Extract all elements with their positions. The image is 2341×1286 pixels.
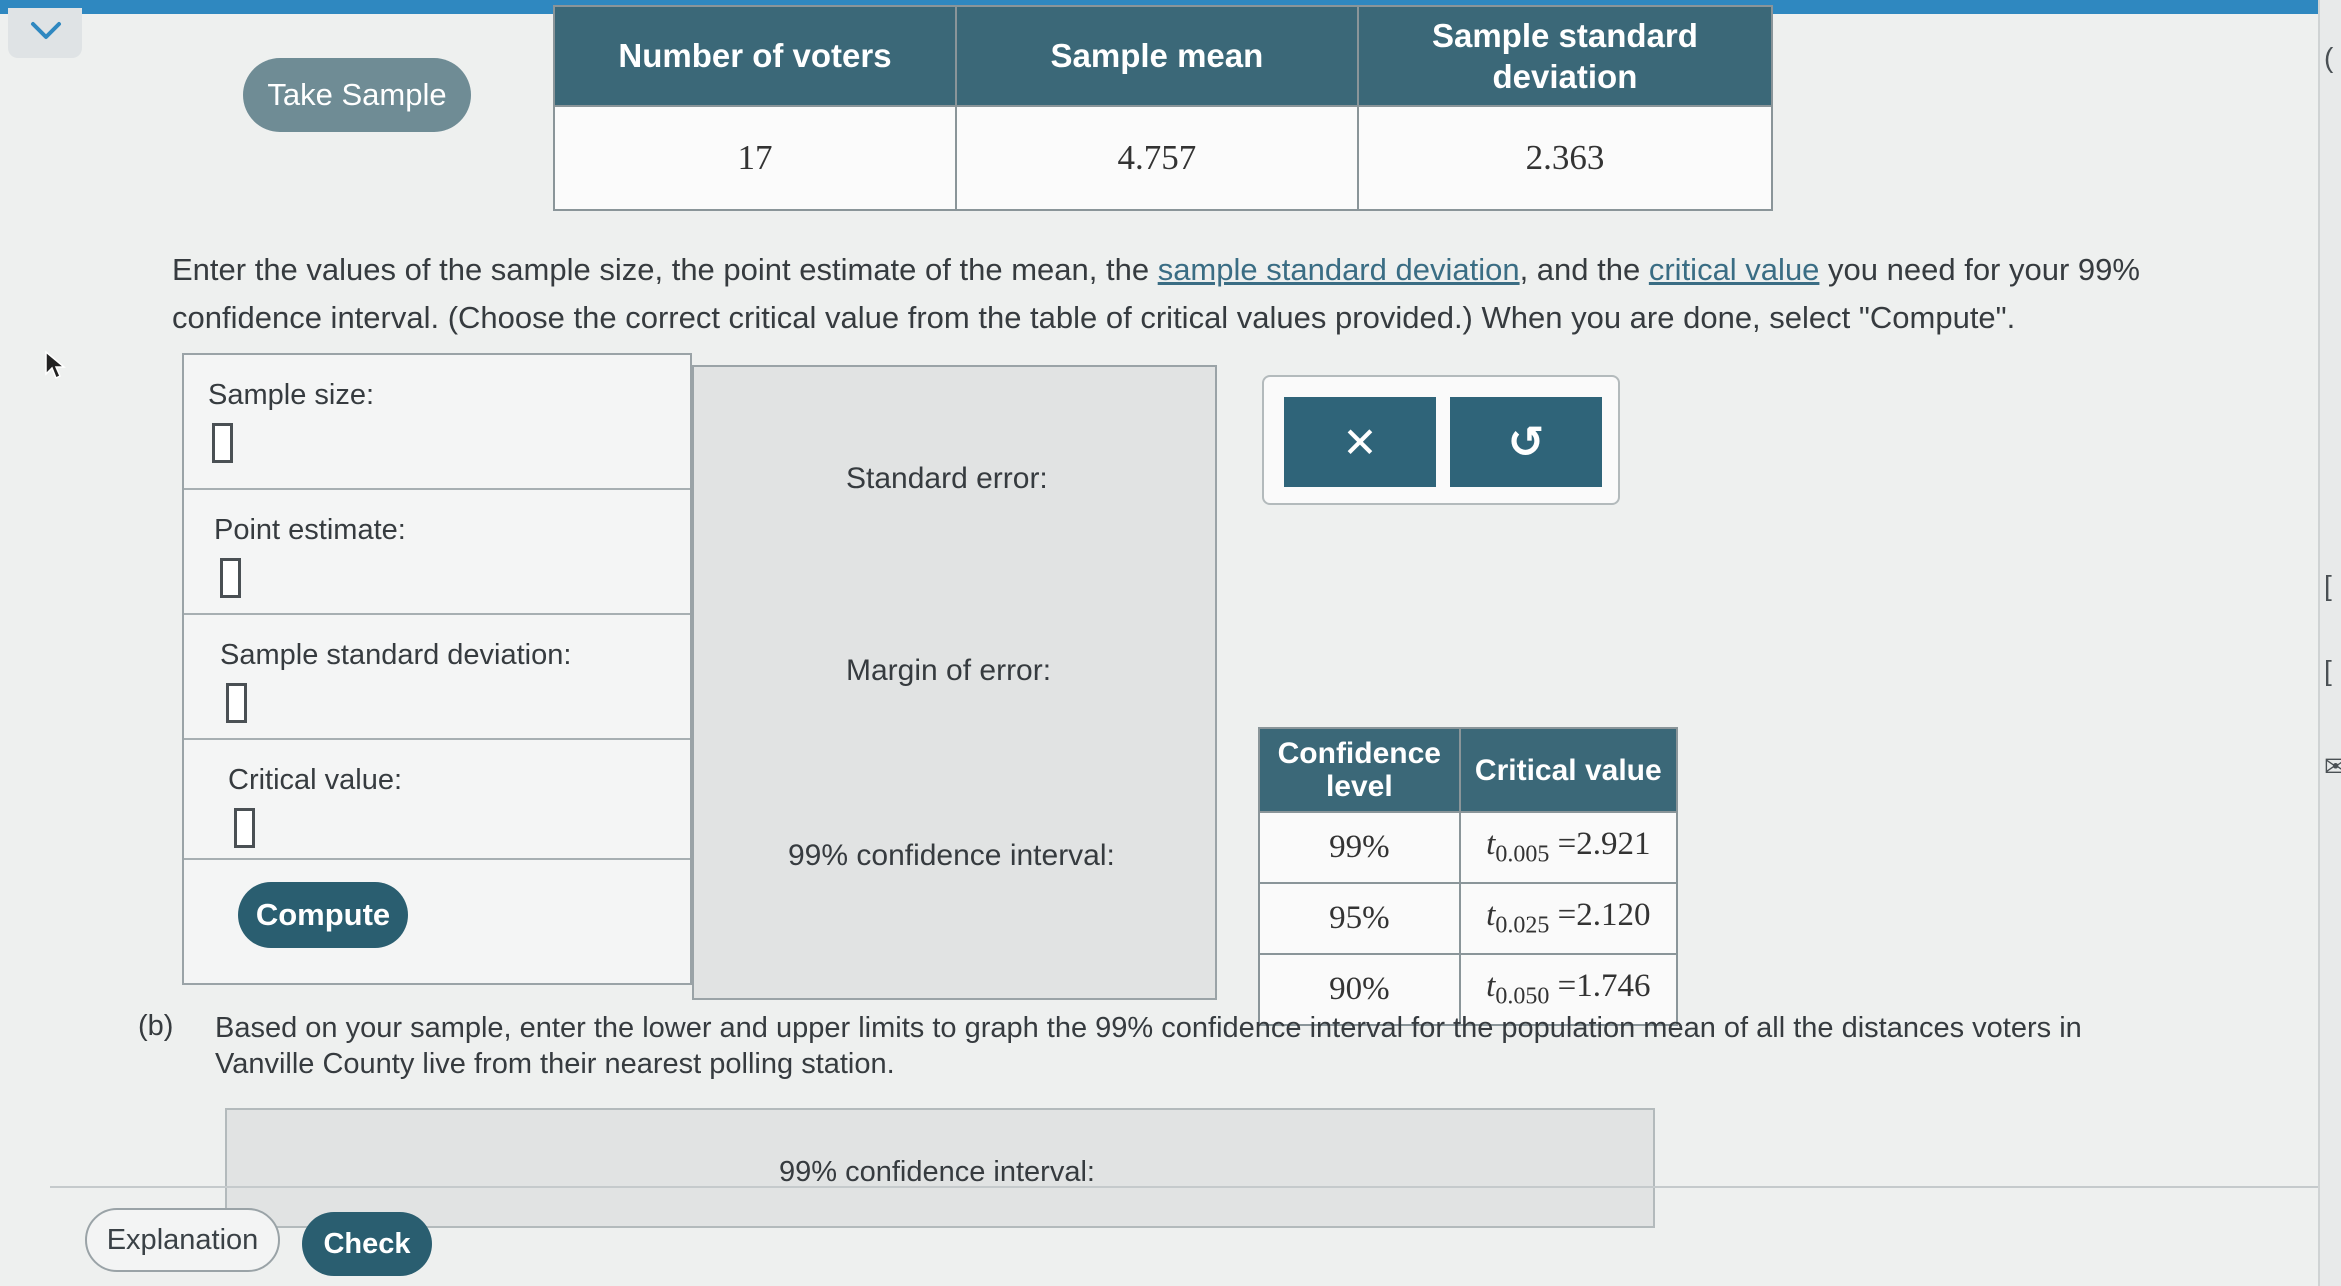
cell-number-of-voters: 17 [553, 105, 957, 211]
compute-button[interactable]: Compute [238, 882, 408, 948]
mouse-pointer-icon [45, 350, 66, 380]
sample-size-label: Sample size: [208, 379, 375, 411]
point-estimate-label: Point estimate: [214, 514, 406, 546]
close-icon: ✕ [1342, 418, 1378, 466]
undo-button[interactable]: ↺ [1450, 397, 1602, 487]
instructions: Enter the values of the sample size, the… [172, 246, 2172, 342]
point-estimate-field: Point estimate: [184, 490, 690, 615]
right-toolbar-edge: ( [ [ ✉ [2318, 0, 2341, 1286]
clear-button[interactable]: ✕ [1284, 397, 1436, 487]
sample-size-input[interactable] [212, 423, 233, 463]
sample-sd-input[interactable] [226, 683, 247, 723]
margin-of-error-label: Margin of error: [846, 654, 1052, 687]
standard-error-label: Standard error: [846, 462, 1048, 495]
action-buttons: ✕ ↺ [1262, 375, 1620, 505]
mail-icon[interactable]: ✉ [2324, 750, 2341, 783]
footer-divider [50, 1186, 2341, 1188]
results-panel: Standard error: Margin of error: 99% con… [692, 365, 1217, 1000]
table-row: 95% t0.025 =2.120 [1258, 882, 1679, 955]
tool-icon[interactable]: [ [2324, 655, 2340, 687]
point-estimate-input[interactable] [220, 558, 241, 598]
part-b-question: Based on your sample, enter the lower an… [215, 1012, 2082, 1080]
inputs-panel: Sample size: Point estimate: Sample stan… [182, 353, 692, 985]
ci-graph-label: 99% confidence interval: [779, 1156, 1095, 1188]
critical-value-input[interactable] [234, 808, 255, 848]
cell-sample-mean: 4.757 [954, 105, 1359, 211]
sample-sd-link[interactable]: sample standard deviation [1158, 252, 1520, 287]
undo-icon: ↺ [1507, 417, 1545, 467]
ci-graph-panel: 99% confidence interval: [225, 1108, 1655, 1228]
take-sample-button[interactable]: Take Sample [243, 58, 471, 132]
col-sample-mean: Sample mean [954, 5, 1359, 107]
col-confidence-level: Confidence level [1258, 727, 1461, 813]
chevron-down-icon [31, 22, 61, 39]
sample-sd-field: Sample standard deviation: [184, 615, 690, 740]
sample-sd-label: Sample standard deviation: [220, 639, 572, 671]
critical-value-cell: t0.005 =2.921 [1458, 811, 1679, 884]
confidence-level-cell: 95% [1258, 882, 1461, 955]
col-critical-value: Critical value [1458, 727, 1679, 813]
instructions-text-2: , and the [1519, 252, 1649, 287]
col-sample-sd: Sample standard deviation [1356, 5, 1774, 107]
critical-value-link[interactable]: critical value [1649, 252, 1820, 287]
confidence-level-cell: 99% [1258, 811, 1461, 884]
critical-value-label: Critical value: [228, 764, 403, 796]
ci-99-label: 99% confidence interval: [788, 839, 1115, 872]
check-button[interactable]: Check [302, 1212, 432, 1276]
critical-value-field: Critical value: [184, 740, 690, 860]
explanation-button[interactable]: Explanation [85, 1208, 280, 1272]
part-b-label: (b) [138, 1010, 174, 1042]
instructions-text-1: Enter the values of the sample size, the… [172, 252, 1158, 287]
sample-size-field: Sample size: [184, 355, 690, 490]
col-number-of-voters: Number of voters [553, 5, 957, 107]
cell-sample-sd: 2.363 [1356, 105, 1774, 211]
critical-value-cell: t0.025 =2.120 [1458, 882, 1679, 955]
sample-table: Number of voters Sample mean Sample stan… [553, 5, 1774, 211]
tool-icon[interactable]: ( [2324, 42, 2340, 74]
critical-values-table: Confidence level Critical value 99% t0.0… [1258, 727, 1679, 1026]
table-row: 99% t0.005 =2.921 [1258, 811, 1679, 884]
collapse-toggle[interactable] [8, 8, 82, 58]
tool-icon[interactable]: [ [2324, 570, 2340, 602]
